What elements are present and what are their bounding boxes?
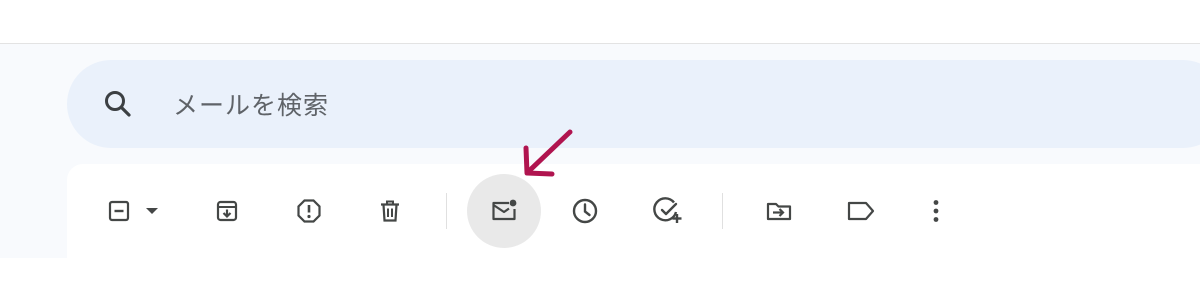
snooze-button[interactable] (561, 187, 609, 235)
search-bar[interactable]: メールを検索 (67, 60, 1200, 148)
select-dropdown-button[interactable] (134, 187, 170, 235)
caret-down-icon (146, 208, 158, 214)
clock-icon (572, 198, 598, 224)
archive-icon (216, 200, 238, 222)
add-to-tasks-button[interactable] (644, 187, 692, 235)
report-spam-icon (297, 199, 321, 223)
toolbar-separator (446, 193, 447, 229)
add-task-icon (653, 197, 682, 223)
more-vert-icon (933, 200, 939, 222)
label-icon (847, 201, 875, 221)
mark-unread-icon (492, 199, 517, 221)
delete-button[interactable] (366, 187, 414, 235)
toolbar-separator (722, 193, 723, 229)
trash-icon (381, 200, 399, 222)
label-button[interactable] (837, 187, 885, 235)
checkbox-indeterminate-icon (108, 200, 130, 222)
move-to-button[interactable] (755, 187, 803, 235)
move-to-folder-icon (766, 202, 792, 221)
more-options-button[interactable] (912, 187, 960, 235)
archive-button[interactable] (203, 187, 251, 235)
report-spam-button[interactable] (285, 187, 333, 235)
search-icon[interactable] (102, 88, 134, 120)
browser-top-area (0, 0, 1200, 43)
mark-unread-button[interactable] (467, 174, 541, 248)
pointer-arrow-icon (516, 126, 578, 182)
search-input[interactable]: メールを検索 (173, 86, 329, 122)
